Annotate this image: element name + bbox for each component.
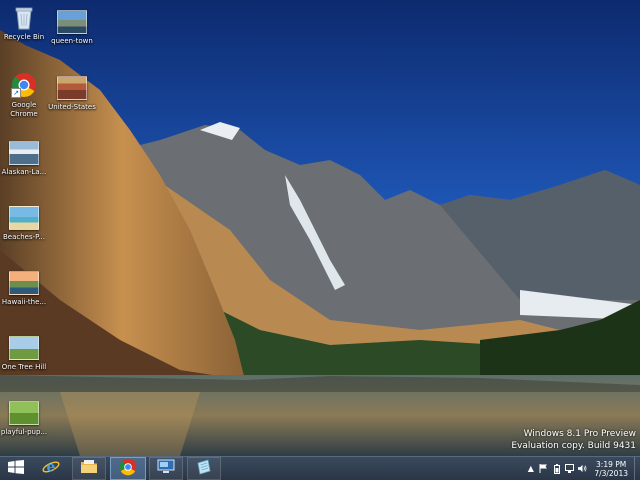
chrome-icon: ↗ — [11, 72, 37, 98]
taskbar-notepad[interactable] — [187, 457, 221, 480]
desktop-icon-playful-pup[interactable]: playful-pup... — [0, 401, 52, 437]
image-file-icon — [57, 76, 87, 100]
image-file-icon — [57, 10, 87, 34]
show-hidden-chevron-icon[interactable]: ▲ — [526, 464, 535, 473]
desktop-icon-alaskan[interactable]: Alaskan-La... — [0, 141, 52, 177]
desktop-icon-label: Alaskan-La... — [1, 168, 47, 176]
desktop-icon-label: playful-pup... — [0, 428, 48, 436]
desktop-icon-label: United-States — [48, 103, 96, 111]
taskbar-internet-explorer[interactable]: e — [34, 457, 68, 480]
file-explorer-icon — [80, 459, 98, 478]
desktop-wallpaper — [0, 0, 640, 456]
watermark-build: Evaluation copy. Build 9431 — [511, 441, 636, 451]
image-file-icon — [9, 336, 39, 360]
remote-desktop-icon — [157, 459, 175, 478]
start-button[interactable] — [0, 457, 32, 480]
desktop-icon-hawaii[interactable]: Hawaii-the... — [0, 271, 52, 307]
chrome-icon — [119, 458, 137, 480]
desktop-icon-united-states[interactable]: United-States — [44, 76, 100, 112]
desktop-icon-label: Hawaii-the... — [1, 298, 47, 306]
evaluation-watermark: Windows 8.1 Pro Preview Evaluation copy.… — [511, 428, 636, 452]
windows-logo-icon — [8, 459, 24, 478]
desktop-icon-label: One Tree Hill — [1, 363, 47, 371]
clock-date: 7/3/2013 — [594, 468, 628, 478]
image-file-icon — [9, 141, 39, 165]
shortcut-arrow-icon: ↗ — [11, 88, 21, 98]
system-tray: ▲ 3:19 PM 7/3/2013 — [524, 457, 640, 480]
notepad-icon — [196, 458, 212, 479]
image-file-icon — [9, 401, 39, 425]
clock-time: 3:19 PM — [596, 459, 627, 469]
internet-explorer-icon: e — [42, 459, 60, 479]
taskbar: e ▲ 3:19 PM 7/3/2013 — [0, 456, 640, 480]
desktop-icon-label: queen-town — [51, 37, 93, 45]
desktop-icon-label: Beaches-P... — [3, 233, 45, 241]
battery-icon[interactable] — [552, 463, 561, 474]
desktop-icon-queen-town[interactable]: queen-town — [44, 10, 100, 46]
desktop-icon-one-tree-hill[interactable]: One Tree Hill — [0, 336, 52, 372]
network-icon[interactable] — [565, 464, 575, 473]
show-desktop-button[interactable] — [634, 457, 640, 480]
taskbar-clock[interactable]: 3:19 PM 7/3/2013 — [594, 460, 628, 478]
recycle-bin-icon — [14, 6, 34, 30]
watermark-edition: Windows 8.1 Pro Preview — [523, 429, 636, 439]
taskbar-remote-desktop[interactable] — [149, 457, 183, 480]
image-file-icon — [9, 271, 39, 295]
volume-icon[interactable] — [578, 464, 587, 473]
svg-text:e: e — [47, 459, 56, 475]
image-file-icon — [9, 206, 39, 230]
desktop-icon-beaches[interactable]: Beaches-P... — [0, 206, 52, 242]
taskbar-file-explorer[interactable] — [72, 457, 106, 480]
action-center-flag-icon[interactable] — [539, 464, 548, 473]
taskbar-chrome[interactable] — [110, 457, 146, 480]
